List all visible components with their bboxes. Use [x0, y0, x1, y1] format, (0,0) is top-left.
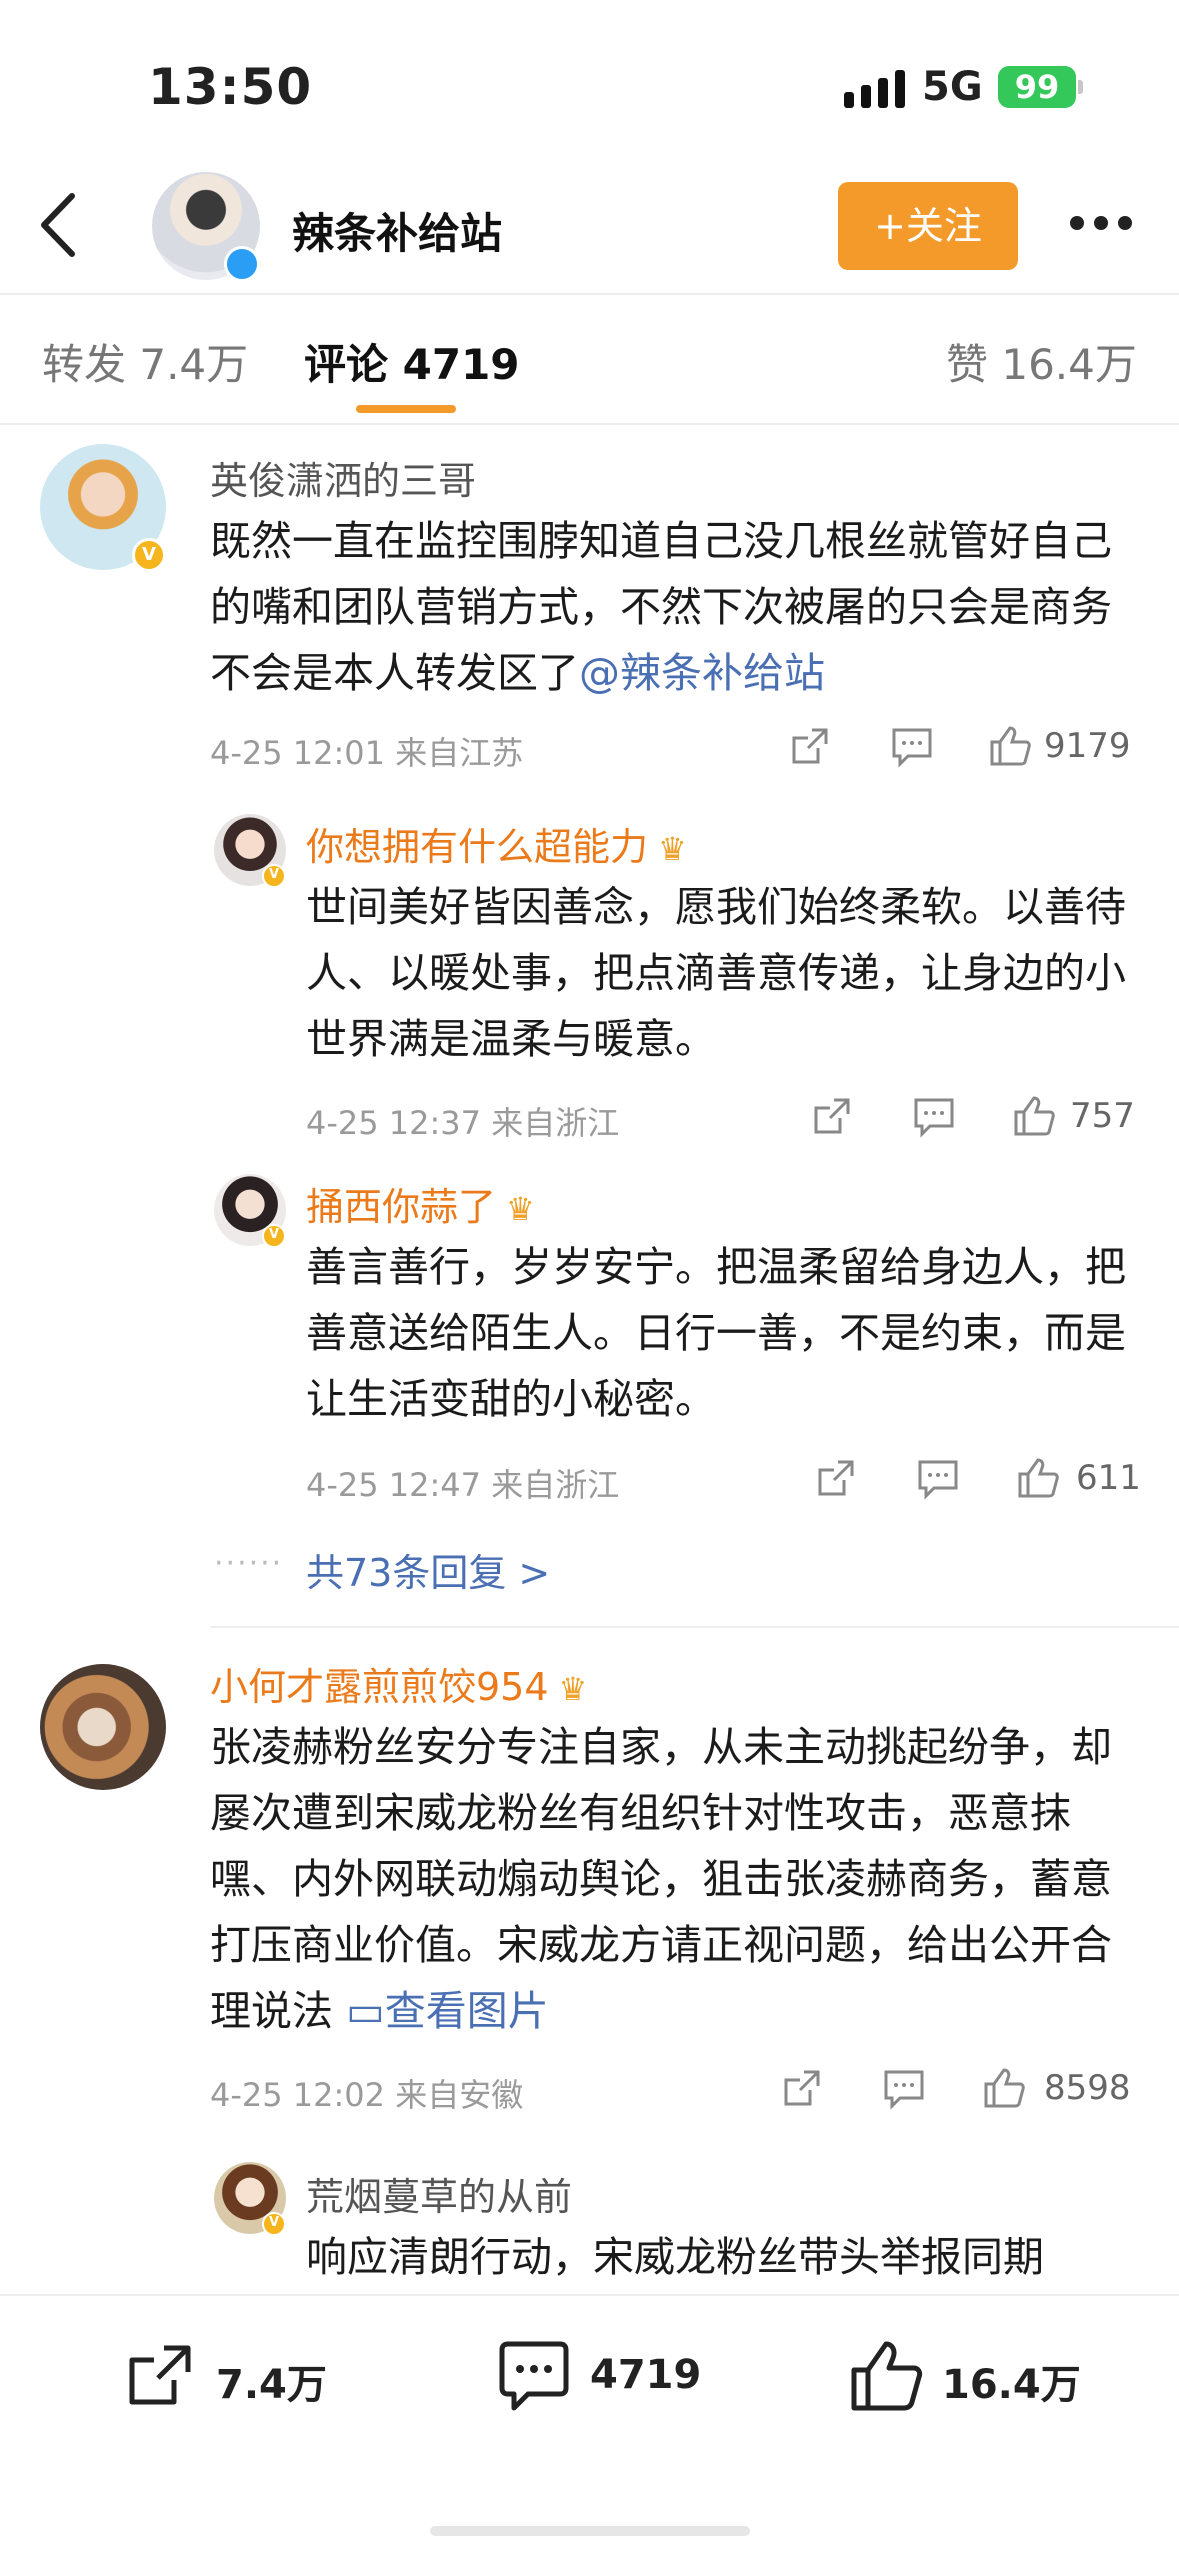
tab-bar: 转发 7.4万 评论 4719 赞 16.4万: [0, 295, 1179, 425]
comment-meta: 4-25 12:01 来自江苏: [210, 734, 524, 772]
comment-icon: [499, 2341, 569, 2411]
reply-text: 世间美好皆因善念，愿我们始终柔软。以善待人、以暖处事，把点滴善意传递，让身边的小…: [306, 883, 1126, 1063]
battery-icon: 99: [998, 66, 1076, 108]
more-options-icon[interactable]: [1066, 208, 1136, 238]
active-tab-indicator: [356, 405, 456, 413]
comment-username[interactable]: 小何才露煎煎饺954 ♛: [210, 1656, 587, 1711]
comment-count: 4719: [590, 2352, 702, 2398]
status-bar: 13:50 5G 99: [0, 0, 1179, 160]
like-icon: [851, 2341, 923, 2411]
view-image-link[interactable]: ▭查看图片: [346, 1987, 549, 2035]
repost-icon: [129, 2345, 191, 2405]
like-count: 8598: [1044, 2068, 1131, 2108]
mention-link[interactable]: @辣条补给站: [579, 649, 825, 697]
like-count: 16.4万: [942, 2362, 1081, 2408]
reply-meta: 4-25 12:37 来自浙江: [306, 1104, 620, 1142]
follow-button[interactable]: +关注: [838, 182, 1018, 270]
like-count: 9179: [1044, 726, 1131, 766]
verified-icon: V: [262, 864, 286, 888]
share-icon[interactable]: [788, 724, 832, 768]
reply-dots: ······: [214, 1546, 284, 1581]
header: 辣条补给站 +关注: [0, 160, 1179, 295]
repost-count: 7.4万: [216, 2362, 327, 2408]
reply-username[interactable]: 捅西你蒜了 ♛: [306, 1176, 535, 1231]
comment-actions: 8598: [776, 2066, 1140, 2116]
tab-likes[interactable]: 赞 16.4万: [946, 331, 1137, 392]
verified-icon: V: [262, 1224, 286, 1248]
comment-icon[interactable]: [912, 1094, 956, 1138]
like-icon[interactable]: [1016, 1456, 1060, 1500]
signal-icon: [844, 70, 905, 108]
comment-text: 既然一直在监控围脖知道自己没几根丝就管好自己的嘴和团队营销方式，不然下次被屠的只…: [210, 517, 1112, 697]
like-icon[interactable]: [1012, 1094, 1056, 1138]
crown-icon: ♛: [506, 1190, 535, 1228]
comment-meta: 4-25 12:02 来自安徽: [210, 2076, 524, 2114]
battery-tip: [1078, 80, 1083, 94]
crown-icon: ♛: [658, 830, 687, 868]
divider: [210, 1626, 1179, 1628]
share-icon[interactable]: [780, 2066, 824, 2110]
back-icon[interactable]: [30, 190, 90, 260]
reply-text: 善言善行，岁岁安宁。把温柔留给身边人，把善意送给陌生人。日行一善，不是约束，而是…: [306, 1243, 1126, 1423]
bottom-action-bar: 7.4万 4719 16.4万: [0, 2294, 1179, 2556]
comment-icon[interactable]: [890, 724, 934, 768]
comment-actions: 9179: [780, 724, 1140, 774]
account-name[interactable]: 辣条补给站: [292, 200, 502, 261]
like-icon[interactable]: [982, 2066, 1026, 2110]
comment-icon[interactable]: [882, 2066, 926, 2110]
comment-username[interactable]: 英俊潇洒的三哥: [210, 450, 476, 505]
reply-actions: 611: [800, 1456, 1141, 1506]
reply-username[interactable]: 你想拥有什么超能力 ♛: [306, 816, 687, 871]
share-icon[interactable]: [814, 1456, 858, 1500]
share-icon[interactable]: [810, 1094, 854, 1138]
like-count: 611: [1076, 1458, 1141, 1498]
crown-icon: ♛: [558, 1670, 588, 1708]
reply-meta: 4-25 12:47 来自浙江: [306, 1466, 620, 1504]
comment-text: 张凌赫粉丝安分专注自家，从未主动挑起纷争，却屡次遭到宋威龙粉丝有组织针对性攻击，…: [210, 1723, 1112, 2035]
status-time: 13:50: [148, 58, 313, 116]
like-count: 757: [1070, 1096, 1135, 1136]
reply-text: 响应清朗行动，宋威龙粉丝带头举报同期: [306, 2233, 1044, 2281]
like-icon[interactable]: [988, 724, 1032, 768]
comment-icon[interactable]: [916, 1456, 960, 1500]
more-replies-link[interactable]: 共73条回复 >: [306, 1542, 550, 1597]
tab-comments[interactable]: 评论 4719: [304, 331, 520, 392]
home-indicator[interactable]: [430, 2526, 750, 2536]
tab-reposts[interactable]: 转发 7.4万: [42, 331, 248, 392]
verified-icon: V: [132, 538, 166, 572]
verified-icon: V: [262, 2212, 286, 2236]
verified-icon: [224, 246, 260, 282]
reply-username[interactable]: 荒烟蔓草的从前: [306, 2166, 572, 2221]
reply-actions: 757: [800, 1094, 1140, 1144]
network-type: 5G: [922, 64, 983, 110]
user-avatar[interactable]: [40, 1664, 166, 1790]
